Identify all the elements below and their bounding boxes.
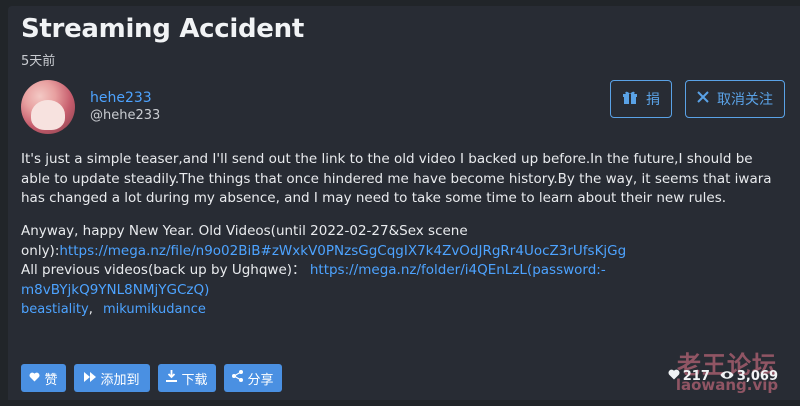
- add-to-label: 添加到: [100, 372, 140, 388]
- page-title: Streaming Accident: [21, 14, 304, 44]
- download-button[interactable]: 下载: [158, 364, 216, 392]
- heart-icon: [29, 371, 40, 386]
- post-paragraph-1: It's just a simple teaser,and I'll send …: [21, 151, 772, 206]
- share-icon: [232, 370, 244, 386]
- share-button[interactable]: 分享: [224, 364, 282, 392]
- like-button[interactable]: 赞: [21, 364, 66, 392]
- gift-icon: [622, 89, 638, 109]
- close-icon: [697, 91, 709, 107]
- share-label: 分享: [247, 372, 274, 388]
- author-handle: @hehe233: [90, 108, 161, 123]
- donate-label: 捐: [646, 92, 660, 108]
- tag-list: beastiality, mikumikudance: [21, 302, 206, 317]
- tag-separator: ,: [88, 302, 93, 317]
- add-to-button[interactable]: 添加到: [74, 364, 150, 392]
- eye-icon: [720, 369, 734, 384]
- likes-count: 217: [682, 369, 710, 384]
- views-stat: 3,069: [720, 369, 778, 384]
- unfollow-label: 取消关注: [717, 92, 773, 108]
- avatar[interactable]: [21, 80, 75, 134]
- download-label: 下载: [181, 372, 208, 388]
- likes-stat: 217: [668, 369, 710, 384]
- fast-forward-icon: [84, 371, 97, 386]
- heart-icon: [668, 369, 680, 384]
- previous-videos-text: All previous videos(back up by Ughqwe)：: [21, 262, 306, 278]
- unfollow-button[interactable]: 取消关注: [685, 80, 785, 118]
- like-label: 赞: [44, 372, 58, 388]
- tag-mikumikudance[interactable]: mikumikudance: [103, 302, 206, 317]
- post-paragraph-2: Anyway, happy New Year. Old Videos(until…: [21, 222, 781, 300]
- donate-button[interactable]: 捐: [610, 80, 672, 118]
- tag-beastiality[interactable]: beastiality: [21, 302, 89, 317]
- post-stats: 217 3,069: [668, 369, 778, 384]
- mega-file-link[interactable]: https://mega.nz/file/n9o02BiB#zWxkV0PNzs…: [59, 243, 626, 259]
- author-username[interactable]: hehe233: [90, 90, 152, 106]
- download-icon: [166, 370, 178, 386]
- post-date: 5天前: [21, 54, 56, 69]
- views-count: 3,069: [736, 369, 778, 384]
